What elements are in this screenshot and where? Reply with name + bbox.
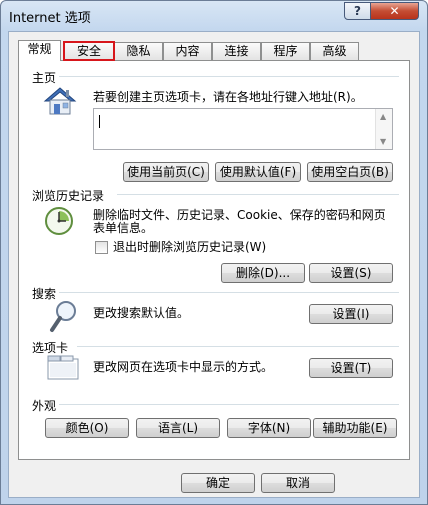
delete-on-exit-checkbox[interactable] <box>95 241 108 254</box>
use-default-button[interactable]: 使用默认值(F) <box>215 162 301 182</box>
search-settings-button[interactable]: 设置(I) <box>309 304 393 324</box>
home-separator <box>59 76 399 77</box>
tab-advanced[interactable]: 高级 <box>310 42 359 60</box>
delete-on-exit-label[interactable]: 退出时删除浏览历史记录(W) <box>113 241 266 254</box>
tab-connections[interactable]: 连接 <box>212 42 261 60</box>
colors-button[interactable]: 颜色(O) <box>45 418 129 438</box>
fonts-button[interactable]: 字体(N) <box>227 418 311 438</box>
tabs-settings-button[interactable]: 设置(T) <box>309 358 393 378</box>
history-section-title: 浏览历史记录 <box>32 189 105 203</box>
home-section-title: 主页 <box>32 71 57 85</box>
magnifier-icon <box>49 299 79 335</box>
use-blank-button[interactable]: 使用空白页(B) <box>307 162 393 182</box>
text-caret <box>99 115 100 128</box>
search-separator <box>59 292 399 293</box>
home-description: 若要创建主页选项卡，请在各地址行键入地址(R)。 <box>93 90 363 104</box>
tabs-separator <box>77 346 399 347</box>
dialog-client: 常规 安全 隐私 内容 连接 程序 高级 主页 若要创建主页选项卡，请在各地址行 <box>8 31 420 498</box>
accessibility-button[interactable]: 辅助功能(E) <box>313 418 397 438</box>
home-address-textarea[interactable]: ▲ ▼ <box>93 108 393 150</box>
tabs-description: 更改网页在选项卡中显示的方式。 <box>93 360 274 374</box>
title-bar[interactable]: Internet 选项 ? ✕ <box>1 1 427 31</box>
history-clock-icon <box>43 205 77 237</box>
languages-button[interactable]: 语言(L) <box>136 418 220 438</box>
general-panel: 主页 若要创建主页选项卡，请在各地址行键入地址(R)。 ▲ ▼ 使用当前页(C)… <box>18 60 410 460</box>
cancel-button[interactable]: 取消 <box>261 473 335 493</box>
appearance-section-title: 外观 <box>32 399 57 413</box>
house-icon <box>43 85 77 119</box>
tab-privacy[interactable]: 隐私 <box>114 42 163 60</box>
scroll-up-icon[interactable]: ▲ <box>380 112 386 121</box>
delete-history-button[interactable]: 删除(D)... <box>221 263 305 283</box>
close-button[interactable]: ✕ <box>370 2 419 20</box>
tab-general[interactable]: 常规 <box>18 40 61 61</box>
internet-options-window: Internet 选项 ? ✕ 常规 安全 隐私 内容 连接 程序 高级 主页 <box>0 0 428 505</box>
window-title: Internet 选项 <box>9 11 91 26</box>
appearance-separator <box>59 404 399 405</box>
history-separator <box>117 194 399 195</box>
textarea-scrollbar[interactable]: ▲ ▼ <box>375 109 392 149</box>
help-button[interactable]: ? <box>344 2 371 20</box>
tab-security[interactable]: 安全 <box>63 41 115 61</box>
tabs-section-title: 选项卡 <box>32 341 69 355</box>
use-current-button[interactable]: 使用当前页(C) <box>123 162 209 182</box>
history-description-line2: 表单信息。 <box>93 221 154 235</box>
tab-programs[interactable]: 程序 <box>261 42 310 60</box>
tab-content[interactable]: 内容 <box>163 42 212 60</box>
ok-button[interactable]: 确定 <box>181 473 255 493</box>
history-settings-button[interactable]: 设置(S) <box>309 263 393 283</box>
tabs-window-icon <box>47 355 81 381</box>
scroll-down-icon[interactable]: ▼ <box>380 137 386 146</box>
search-description: 更改搜索默认值。 <box>93 306 190 320</box>
